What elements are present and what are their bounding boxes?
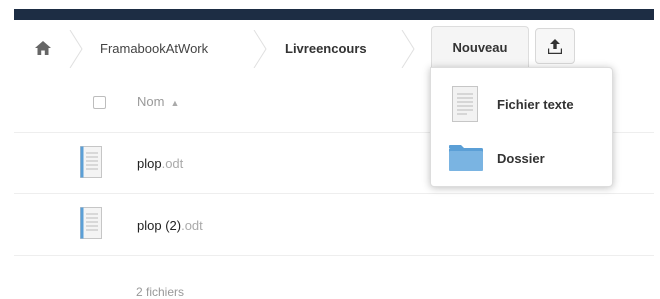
row-divider bbox=[14, 193, 654, 194]
breadcrumb-item-framabookatwork[interactable]: FramabookAtWork bbox=[100, 28, 208, 68]
breadcrumb-separator bbox=[252, 29, 268, 69]
new-button[interactable]: Nouveau bbox=[431, 26, 529, 68]
breadcrumb-item-livreencours[interactable]: Livreencours bbox=[285, 28, 367, 68]
sort-ascending-icon: ▲ bbox=[170, 98, 180, 108]
file-name[interactable]: plop (2).odt bbox=[137, 218, 203, 233]
upload-button[interactable] bbox=[535, 28, 575, 64]
name-column-label: Nom bbox=[137, 94, 165, 109]
menu-item-folder[interactable]: Dossier bbox=[431, 132, 612, 184]
folder-icon bbox=[449, 145, 483, 171]
sort-by-name-header[interactable]: Nom ▲ bbox=[137, 94, 179, 109]
text-document-icon bbox=[80, 207, 102, 239]
breadcrumb-separator bbox=[400, 29, 416, 69]
file-extension: .odt bbox=[181, 218, 203, 233]
file-basename: plop bbox=[137, 156, 162, 171]
breadcrumb-separator bbox=[68, 29, 84, 69]
text-document-icon bbox=[80, 146, 102, 178]
upload-icon bbox=[548, 38, 562, 54]
new-dropdown-menu: Fichier texte Dossier bbox=[430, 67, 613, 187]
menu-item-text-file[interactable]: Fichier texte bbox=[431, 78, 612, 130]
file-basename: plop (2) bbox=[137, 218, 182, 233]
home-icon bbox=[35, 41, 51, 55]
row-divider bbox=[14, 255, 654, 256]
breadcrumb-home[interactable] bbox=[28, 28, 58, 68]
file-name[interactable]: plop.odt bbox=[137, 156, 183, 171]
file-extension: .odt bbox=[161, 156, 184, 171]
text-file-icon bbox=[452, 86, 478, 122]
app-header-bar bbox=[14, 9, 654, 20]
menu-item-label: Dossier bbox=[497, 150, 545, 166]
select-all-checkbox[interactable] bbox=[93, 96, 106, 109]
menu-item-label: Fichier texte bbox=[497, 96, 574, 112]
